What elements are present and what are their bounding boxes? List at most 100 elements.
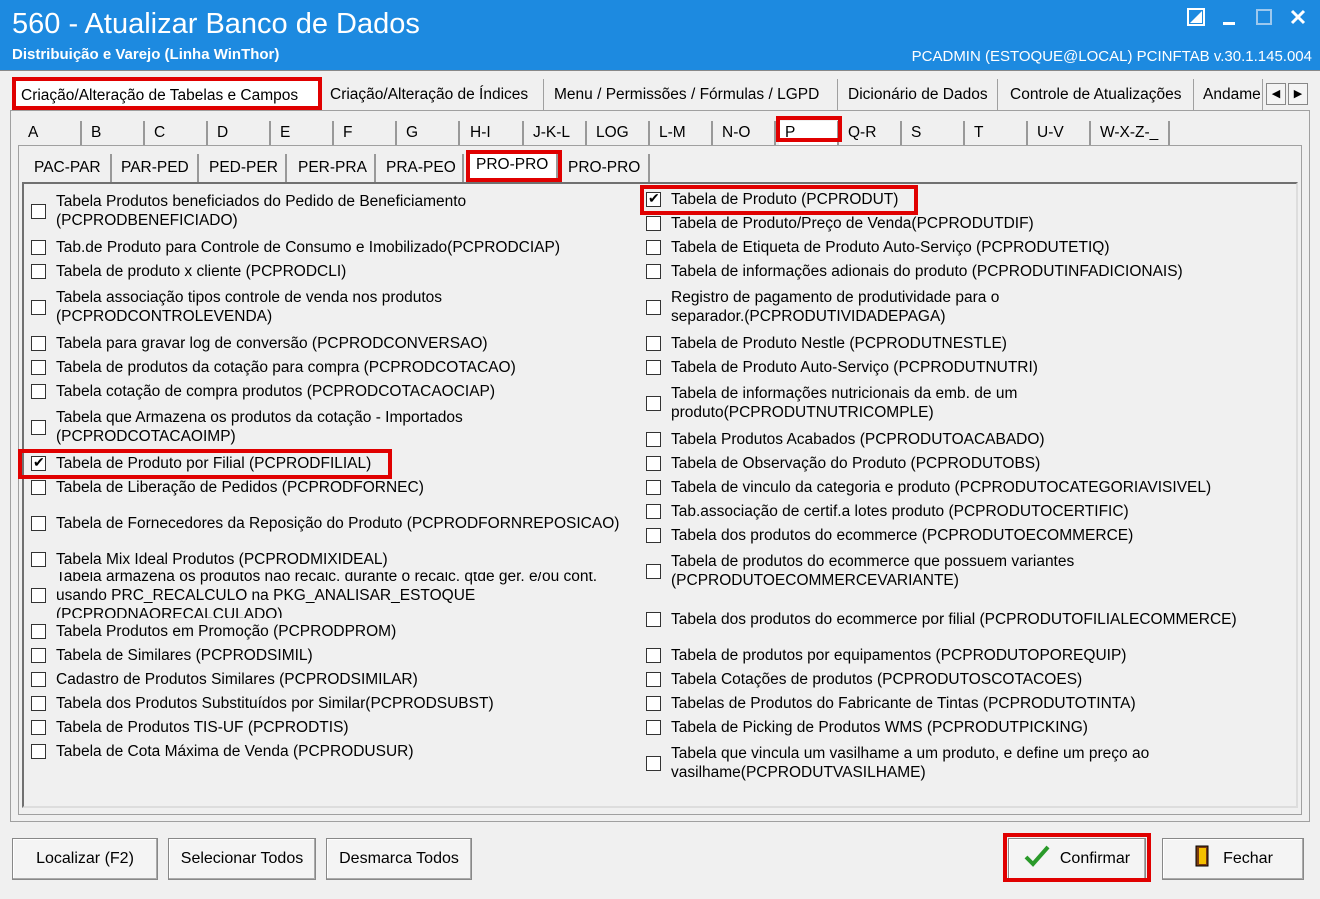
list-item[interactable]: Tabela Produtos beneficiados do Pedido d… bbox=[31, 192, 641, 230]
list-item[interactable]: Tabela de Fornecedores da Reposição do P… bbox=[31, 514, 641, 533]
list-item[interactable]: Tabela de Produto/Preço de Venda(PCPRODU… bbox=[646, 214, 1256, 233]
checkbox[interactable] bbox=[646, 504, 661, 519]
checkbox[interactable] bbox=[31, 744, 46, 759]
checkbox[interactable] bbox=[31, 696, 46, 711]
checkbox[interactable] bbox=[646, 240, 661, 255]
list-item[interactable]: Tabela de Picking de Produtos WMS (PCPRO… bbox=[646, 718, 1256, 737]
list-item[interactable]: Tabela de Produto Auto-Serviço (PCPRODUT… bbox=[646, 358, 1256, 377]
checkbox[interactable] bbox=[646, 456, 661, 471]
subtab-per-pra[interactable]: PER-PRA bbox=[292, 154, 376, 182]
checkbox-checked[interactable] bbox=[31, 454, 46, 471]
list-item[interactable]: Tabela de informações adionais do produt… bbox=[646, 262, 1256, 281]
list-item[interactable]: Tabela de informações nutricionais da em… bbox=[646, 384, 1256, 422]
list-item[interactable]: Tabela de Produto por Filial (PCPRODFILI… bbox=[31, 454, 641, 473]
selecionar-todos-button[interactable]: Selecionar Todos bbox=[168, 838, 316, 880]
tab-menu-permissoes[interactable]: Menu / Permissões / Fórmulas / LGPD bbox=[548, 79, 838, 110]
checkbox[interactable] bbox=[31, 480, 46, 495]
list-item[interactable]: Tabela de Similares (PCPRODSIMIL) bbox=[31, 646, 641, 665]
checkbox[interactable] bbox=[31, 419, 46, 435]
checkbox[interactable] bbox=[31, 203, 46, 219]
list-item[interactable]: Tabela cotação de compra produtos (PCPRO… bbox=[31, 382, 641, 401]
checkbox[interactable] bbox=[31, 587, 46, 603]
list-item[interactable]: Tabela Cotações de produtos (PCPRODUTOSC… bbox=[646, 670, 1256, 689]
subtab-pro-pro[interactable]: PRO-PRO bbox=[562, 154, 650, 182]
checkbox[interactable] bbox=[31, 264, 46, 279]
desmarca-todos-button[interactable]: Desmarca Todos bbox=[326, 838, 472, 880]
list-item[interactable]: Tabela para gravar log de conversão (PCP… bbox=[31, 334, 641, 353]
letter-tab-u-v[interactable]: U-V bbox=[1031, 121, 1091, 145]
letter-tab-c[interactable]: C bbox=[148, 121, 208, 145]
letter-tab-d[interactable]: D bbox=[211, 121, 271, 145]
checkbox[interactable] bbox=[31, 384, 46, 399]
checkbox[interactable] bbox=[646, 480, 661, 495]
list-item[interactable]: Tabelas de Produtos do Fabricante de Tin… bbox=[646, 694, 1256, 713]
letter-tab-l-m[interactable]: L-M bbox=[653, 121, 713, 145]
letter-tab-e[interactable]: E bbox=[274, 121, 334, 145]
list-item[interactable]: Tabela associação tipos controle de vend… bbox=[31, 288, 641, 326]
checkbox[interactable] bbox=[31, 672, 46, 687]
close-icon[interactable] bbox=[1284, 6, 1312, 34]
tab-andamento[interactable]: Andame bbox=[1197, 79, 1263, 110]
checkbox[interactable] bbox=[646, 672, 661, 687]
letter-tab-a[interactable]: A bbox=[22, 121, 82, 145]
fechar-button[interactable]: Fechar bbox=[1162, 838, 1304, 880]
list-item[interactable]: Tabela Mix Ideal Produtos (PCPRODMIXIDEA… bbox=[31, 550, 641, 569]
subtab-pac-par[interactable]: PAC-PAR bbox=[28, 154, 112, 182]
list-item[interactable]: Tabela de Liberação de Pedidos (PCPRODFO… bbox=[31, 478, 641, 497]
subtab-ped-per[interactable]: PED-PER bbox=[203, 154, 287, 182]
letter-tab-t[interactable]: T bbox=[968, 121, 1028, 145]
list-item[interactable]: Tabela de Produto Nestle (PCPRODUTNESTLE… bbox=[646, 334, 1256, 353]
checkbox[interactable] bbox=[31, 516, 46, 531]
tab-scroll-right-icon[interactable]: ▶ bbox=[1288, 83, 1308, 105]
list-item[interactable]: Tabela dos produtos do ecommerce (PCPROD… bbox=[646, 526, 1256, 545]
list-item[interactable]: Tabela de produtos por equipamentos (PCP… bbox=[646, 646, 1256, 665]
maximize-icon[interactable] bbox=[1250, 6, 1278, 34]
tab-indices[interactable]: Criação/Alteração de Índices bbox=[324, 79, 544, 110]
restore-icon[interactable] bbox=[1182, 6, 1210, 34]
list-item[interactable]: Tabela de Observação do Produto (PCPRODU… bbox=[646, 454, 1256, 473]
list-item[interactable]: Tabela de vinculo da categoria e produto… bbox=[646, 478, 1256, 497]
list-item[interactable]: Tabela armazena os produtos não recalc. … bbox=[31, 572, 641, 618]
checkbox[interactable] bbox=[646, 720, 661, 735]
checkbox[interactable] bbox=[31, 552, 46, 567]
letter-tab-s[interactable]: S bbox=[905, 121, 965, 145]
checkbox[interactable] bbox=[646, 216, 661, 231]
tab-controle-atualizacoes[interactable]: Controle de Atualizações bbox=[1004, 79, 1194, 110]
letter-tab-g[interactable]: G bbox=[400, 121, 460, 145]
checkbox[interactable] bbox=[646, 395, 661, 411]
list-item[interactable]: Tabela de produtos da cotação para compr… bbox=[31, 358, 641, 377]
checkbox[interactable] bbox=[31, 624, 46, 639]
letter-tab-n-o[interactable]: N-O bbox=[716, 121, 776, 145]
letter-tab-w-x-z[interactable]: W-X-Z-_ bbox=[1094, 121, 1170, 145]
minimize-icon[interactable] bbox=[1216, 6, 1244, 34]
checkbox[interactable] bbox=[646, 648, 661, 663]
list-item[interactable]: Tabela de Produtos TIS-UF (PCPRODTIS) bbox=[31, 718, 641, 737]
checkbox-checked[interactable] bbox=[646, 190, 661, 207]
checkbox[interactable] bbox=[646, 563, 661, 579]
list-item[interactable]: Tabela de Cota Máxima de Venda (PCPRODUS… bbox=[31, 742, 641, 761]
checkbox[interactable] bbox=[31, 299, 46, 315]
list-item[interactable]: Tabela dos Produtos Substituídos por Sim… bbox=[31, 694, 641, 713]
list-item[interactable]: Tabela que vincula um vasilhame a um pro… bbox=[646, 744, 1256, 782]
list-item[interactable]: Cadastro de Produtos Similares (PCPRODSI… bbox=[31, 670, 641, 689]
checkbox[interactable] bbox=[31, 648, 46, 663]
confirmar-button[interactable]: Confirmar bbox=[1008, 838, 1146, 880]
checkbox[interactable] bbox=[646, 696, 661, 711]
list-item[interactable]: Tabela Produtos Acabados (PCPRODUTOACABA… bbox=[646, 430, 1256, 449]
checkbox[interactable] bbox=[646, 432, 661, 447]
checkbox[interactable] bbox=[646, 299, 661, 315]
checkbox[interactable] bbox=[646, 755, 661, 771]
letter-tab-b[interactable]: B bbox=[85, 121, 145, 145]
checkbox[interactable] bbox=[31, 360, 46, 375]
tab-dicionario[interactable]: Dicionário de Dados bbox=[842, 79, 998, 110]
tab-tabelas-campos[interactable]: Criação/Alteração de Tabelas e Campos bbox=[14, 79, 320, 111]
list-item[interactable]: Tabela que Armazena os produtos da cotaç… bbox=[31, 408, 641, 446]
checkbox[interactable] bbox=[646, 528, 661, 543]
localizar-button[interactable]: Localizar (F2) bbox=[12, 838, 158, 880]
letter-tab-j-k-l[interactable]: J-K-L bbox=[527, 121, 587, 145]
list-item[interactable]: Registro de pagamento de produtividade p… bbox=[646, 288, 1256, 326]
checkbox[interactable] bbox=[646, 336, 661, 351]
subtab-pro-pro-active[interactable]: PRO-PRO bbox=[470, 151, 558, 179]
letter-tab-f[interactable]: F bbox=[337, 121, 397, 145]
list-item[interactable]: Tab.de Produto para Controle de Consumo … bbox=[31, 238, 641, 257]
